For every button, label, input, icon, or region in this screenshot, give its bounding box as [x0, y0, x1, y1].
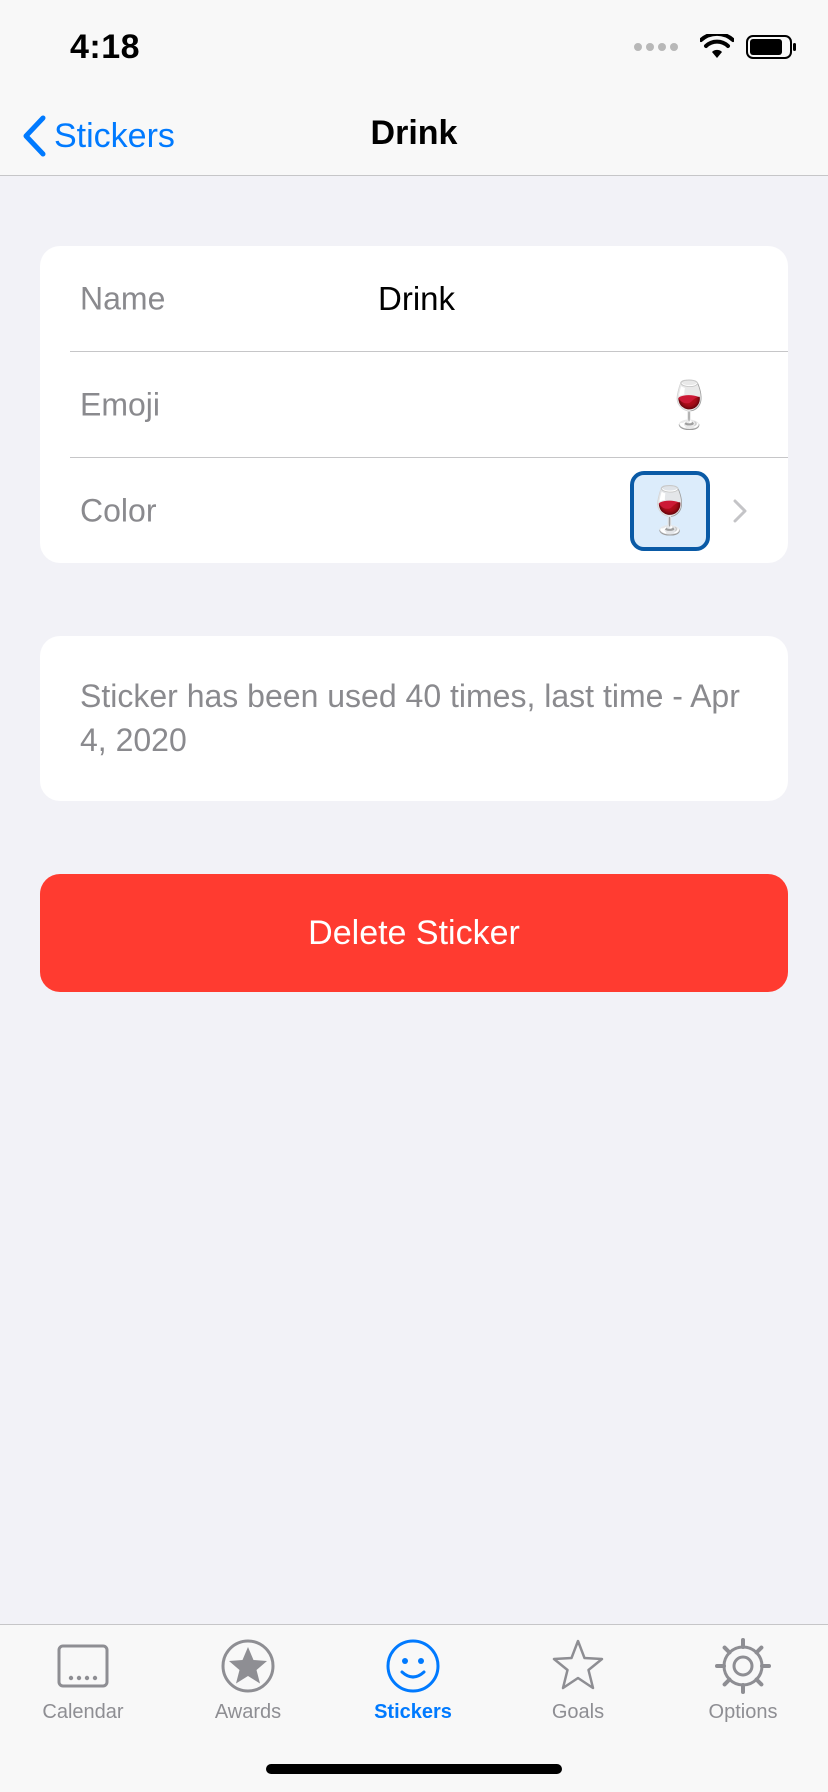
- tab-calendar[interactable]: Calendar: [0, 1635, 166, 1735]
- name-input[interactable]: [378, 279, 758, 318]
- battery-icon: [746, 35, 796, 59]
- status-time: 4:18: [70, 28, 141, 66]
- sticker-form-card: Name Emoji 🍷 Color 🍷: [40, 246, 788, 563]
- gear-icon: [715, 1638, 771, 1694]
- name-row[interactable]: Name: [70, 246, 788, 351]
- usage-info-text: Sticker has been used 40 times, last tim…: [80, 678, 740, 758]
- page-title: Drink: [370, 114, 458, 152]
- emoji-row[interactable]: Emoji 🍷: [70, 352, 788, 457]
- usage-info-card: Sticker has been used 40 times, last tim…: [40, 636, 788, 801]
- name-label: Name: [80, 280, 166, 316]
- wifi-icon: [700, 34, 734, 58]
- tab-options[interactable]: Options: [660, 1635, 826, 1735]
- award-star-icon: [221, 1639, 275, 1693]
- tab-label: Stickers: [374, 1701, 452, 1723]
- tab-goals[interactable]: Goals: [495, 1635, 661, 1735]
- color-row[interactable]: Color 🍷: [70, 458, 788, 563]
- color-swatch[interactable]: 🍷: [630, 470, 710, 551]
- cellular-signal-icon: [634, 43, 678, 51]
- tab-label: Awards: [214, 1701, 282, 1723]
- emoji-label: Emoji: [80, 386, 161, 422]
- tab-stickers[interactable]: Stickers: [330, 1635, 496, 1735]
- home-indicator: [266, 1764, 562, 1774]
- status-bar: 4:18: [0, 0, 828, 96]
- navigation-bar: Stickers Drink: [0, 96, 828, 176]
- star-outline-icon: [552, 1639, 604, 1690]
- tab-awards[interactable]: Awards: [165, 1635, 331, 1735]
- chevron-right-icon: [733, 499, 747, 522]
- emoji-value[interactable]: 🍷: [661, 377, 718, 432]
- tab-label: Options: [708, 1701, 778, 1723]
- tab-label: Calendar: [42, 1701, 124, 1723]
- color-label: Color: [80, 492, 157, 528]
- status-icons: [634, 34, 798, 60]
- calendar-icon: [57, 1644, 109, 1688]
- delete-sticker-button[interactable]: Delete Sticker: [40, 874, 788, 992]
- smiley-icon: [386, 1639, 440, 1693]
- tab-label: Goals: [551, 1701, 605, 1723]
